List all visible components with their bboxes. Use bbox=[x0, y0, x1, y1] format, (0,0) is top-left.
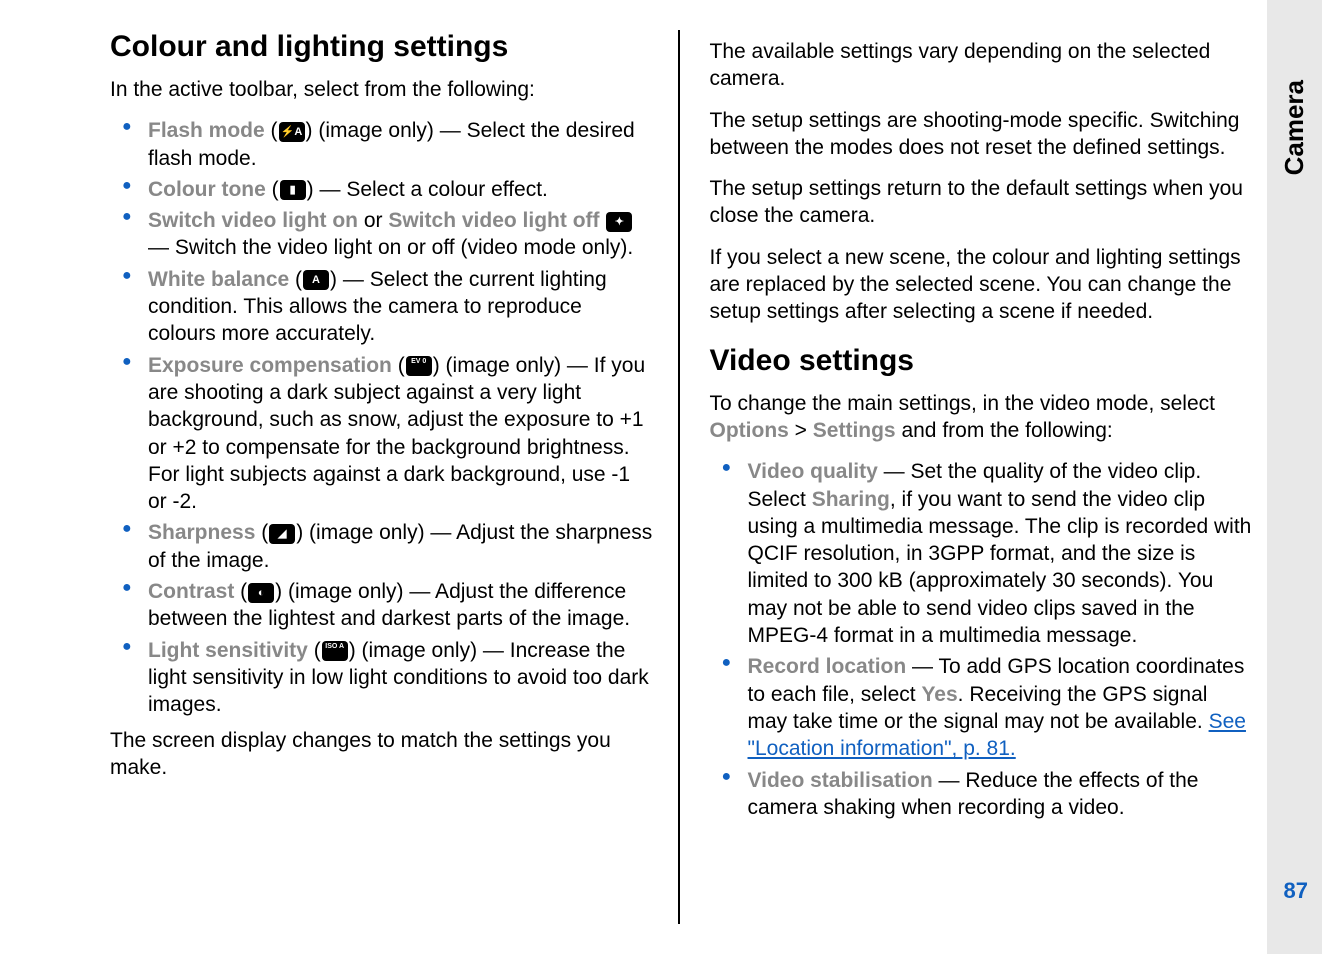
item-label: Switch video light off bbox=[388, 209, 599, 232]
item-text: — Switch the video light on or off (vide… bbox=[148, 236, 633, 259]
iso-icon: ISO A bbox=[322, 641, 348, 661]
options-label: Options bbox=[710, 419, 789, 442]
left-column: Colour and lighting settings In the acti… bbox=[110, 30, 680, 924]
item-label: Colour tone bbox=[148, 178, 266, 201]
paragraph: The setup settings are shooting-mode spe… bbox=[710, 107, 1253, 162]
item-label: Video quality bbox=[748, 460, 878, 483]
white-balance-icon: A bbox=[303, 270, 329, 290]
video-intro: To change the main settings, in the vide… bbox=[710, 390, 1253, 445]
item-label: Switch video light on bbox=[148, 209, 358, 232]
page-number: 87 bbox=[1284, 878, 1308, 904]
right-column: The available settings vary depending on… bbox=[680, 30, 1283, 924]
item-text: (image only) — If you are shooting a dar… bbox=[148, 354, 645, 513]
item-text: — Select a colour effect. bbox=[314, 178, 548, 201]
paragraph: If you select a new scene, the colour an… bbox=[710, 244, 1253, 326]
list-item: Record location — To add GPS location co… bbox=[710, 653, 1253, 762]
item-label: Exposure compensation bbox=[148, 354, 392, 377]
video-light-icon: ✦ bbox=[606, 212, 632, 232]
manual-page: Colour and lighting settings In the acti… bbox=[0, 0, 1322, 954]
list-item: Switch video light on or Switch video li… bbox=[110, 207, 653, 262]
item-label: White balance bbox=[148, 268, 289, 291]
settings-list: Flash mode (⚡A) (image only) — Select th… bbox=[110, 117, 653, 718]
item-label: Sharpness bbox=[148, 521, 255, 544]
item-label: Video stabilisation bbox=[748, 769, 933, 792]
list-item: Flash mode (⚡A) (image only) — Select th… bbox=[110, 117, 653, 172]
item-label: Light sensitivity bbox=[148, 639, 308, 662]
colour-tone-icon: ▮ bbox=[280, 180, 306, 200]
list-item: Colour tone (▮) — Select a colour effect… bbox=[110, 176, 653, 203]
sharpness-icon: ◢ bbox=[269, 524, 295, 544]
heading-colour-lighting: Colour and lighting settings bbox=[110, 30, 653, 64]
settings-label: Settings bbox=[813, 419, 896, 442]
item-label: Flash mode bbox=[148, 119, 265, 142]
section-side-tab: Camera 87 bbox=[1267, 0, 1322, 954]
video-settings-list: Video quality — Set the quality of the v… bbox=[710, 458, 1253, 821]
list-item: Light sensitivity (ISO A) (image only) —… bbox=[110, 637, 653, 719]
list-item: Contrast (◐) (image only) — Adjust the d… bbox=[110, 578, 653, 633]
paragraph: The setup settings return to the default… bbox=[710, 175, 1253, 230]
list-item: Exposure compensation (EV 0) (image only… bbox=[110, 352, 653, 516]
list-item: Video quality — Set the quality of the v… bbox=[710, 458, 1253, 649]
paragraph: The available settings vary depending on… bbox=[710, 38, 1253, 93]
list-item: Sharpness (◢) (image only) — Adjust the … bbox=[110, 519, 653, 574]
item-label: Contrast bbox=[148, 580, 234, 603]
sharing-label: Sharing bbox=[812, 488, 890, 511]
yes-label: Yes bbox=[921, 683, 957, 706]
intro-text: In the active toolbar, select from the f… bbox=[110, 76, 653, 103]
list-item: White balance (A) — Select the current l… bbox=[110, 266, 653, 348]
flash-icon: ⚡A bbox=[279, 122, 305, 142]
outro-text: The screen display changes to match the … bbox=[110, 727, 653, 782]
exposure-icon: EV 0 bbox=[406, 356, 432, 376]
list-item: Video stabilisation — Reduce the effects… bbox=[710, 767, 1253, 822]
item-label: Record location bbox=[748, 655, 907, 678]
heading-video-settings: Video settings bbox=[710, 344, 1253, 378]
section-label: Camera bbox=[1279, 80, 1310, 175]
contrast-icon: ◐ bbox=[248, 583, 274, 603]
